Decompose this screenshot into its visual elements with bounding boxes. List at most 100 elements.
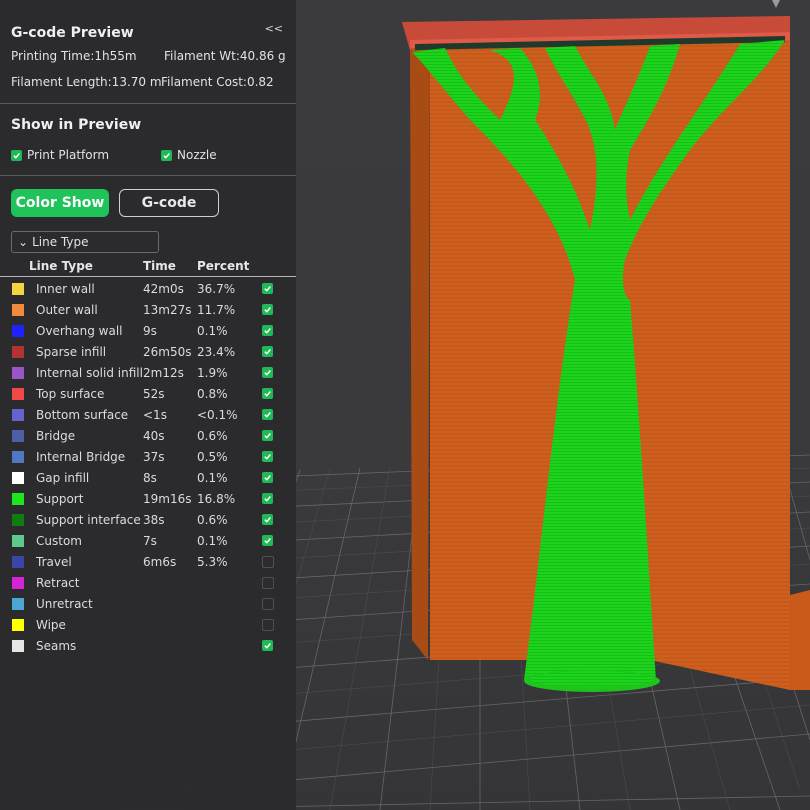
legend-row[interactable]: Overhang wall 9s 0.1% xyxy=(0,321,296,342)
visibility-checkbox-checked-icon[interactable] xyxy=(262,451,273,462)
gcode-preview-panel: G-code Preview << Printing Time:1h55m Fi… xyxy=(0,0,296,810)
legend-row[interactable]: Support 19m16s 16.8% xyxy=(0,489,296,510)
filament-weight: Filament Wt:40.86 g xyxy=(164,49,286,63)
line-type-label: Overhang wall xyxy=(36,324,123,338)
line-type-label: Inner wall xyxy=(36,282,95,296)
legend-row[interactable]: Wipe xyxy=(0,615,296,636)
legend-row[interactable]: Gap infill 8s 0.1% xyxy=(0,468,296,489)
visibility-checkbox-checked-icon[interactable] xyxy=(262,472,273,483)
visibility-checkbox-checked-icon[interactable] xyxy=(262,535,273,546)
line-type-label: Unretract xyxy=(36,597,93,611)
legend-row[interactable]: Top surface 52s 0.8% xyxy=(0,384,296,405)
legend-row[interactable]: Inner wall 42m0s 36.7% xyxy=(0,279,296,300)
collapse-panel-button[interactable]: << xyxy=(265,22,283,35)
line-type-time: 8s xyxy=(143,471,157,485)
line-type-time: 42m0s xyxy=(143,282,184,296)
line-type-label: Support xyxy=(36,492,84,506)
line-type-time: 2m12s xyxy=(143,366,184,380)
line-type-label: Travel xyxy=(36,555,72,569)
legend-row[interactable]: Custom 7s 0.1% xyxy=(0,531,296,552)
line-type-time: 13m27s xyxy=(143,303,192,317)
line-type-label: Bottom surface xyxy=(36,408,129,422)
show-in-preview-title: Show in Preview xyxy=(11,117,142,133)
legend-row[interactable]: Unretract xyxy=(0,594,296,615)
line-type-label: Retract xyxy=(36,576,80,590)
line-type-time: 6m6s xyxy=(143,555,177,569)
chevron-down-icon: ⌄ xyxy=(18,235,29,249)
panel-header: G-code Preview << xyxy=(11,22,289,42)
legend-row[interactable]: Support interface 38s 0.6% xyxy=(0,510,296,531)
visibility-checkbox-checked-icon[interactable] xyxy=(262,283,273,294)
legend-row[interactable]: Retract xyxy=(0,573,296,594)
line-type-percent: 0.1% xyxy=(197,471,228,485)
visibility-checkbox-checked-icon[interactable] xyxy=(262,493,273,504)
print-platform-toggle[interactable]: Print Platform xyxy=(11,148,109,162)
legend-row[interactable]: Internal Bridge 37s 0.5% xyxy=(0,447,296,468)
view-type-dropdown[interactable]: ⌄ Line Type xyxy=(11,231,159,253)
legend-row[interactable]: Bridge 40s 0.6% xyxy=(0,426,296,447)
color-swatch xyxy=(12,598,24,610)
visibility-checkbox-checked-icon[interactable] xyxy=(262,325,273,336)
line-type-label: Gap infill xyxy=(36,471,90,485)
legend-row[interactable]: Internal solid infill 2m12s 1.9% xyxy=(0,363,296,384)
color-swatch xyxy=(12,346,24,358)
color-swatch xyxy=(12,388,24,400)
visibility-checkbox-unchecked-icon[interactable] xyxy=(262,598,274,610)
color-swatch xyxy=(12,367,24,379)
line-type-percent: 5.3% xyxy=(197,555,228,569)
line-type-time: 19m16s xyxy=(143,492,192,506)
line-type-time: 26m50s xyxy=(143,345,192,359)
visibility-checkbox-checked-icon[interactable] xyxy=(262,346,273,357)
line-type-label: Seams xyxy=(36,639,77,653)
legend-row[interactable]: Seams xyxy=(0,636,296,657)
line-type-percent: 0.5% xyxy=(197,450,228,464)
line-type-time: 9s xyxy=(143,324,157,338)
line-type-label: Custom xyxy=(36,534,82,548)
legend-row[interactable]: Travel 6m6s 5.3% xyxy=(0,552,296,573)
visibility-checkbox-checked-icon[interactable] xyxy=(262,409,273,420)
header-time: Time xyxy=(143,259,176,273)
checkbox-checked-icon[interactable] xyxy=(11,149,22,161)
nozzle-label: Nozzle xyxy=(177,148,217,162)
header-percent: Percent xyxy=(197,259,250,273)
color-swatch xyxy=(12,577,24,589)
line-type-percent: 0.1% xyxy=(197,534,228,548)
divider xyxy=(0,175,296,176)
line-type-time: 52s xyxy=(143,387,165,401)
line-type-time: 38s xyxy=(143,513,165,527)
color-swatch xyxy=(12,304,24,316)
line-type-percent: 0.6% xyxy=(197,429,228,443)
color-swatch xyxy=(12,430,24,442)
line-type-label: Internal Bridge xyxy=(36,450,126,464)
visibility-checkbox-checked-icon[interactable] xyxy=(262,388,273,399)
visibility-checkbox-checked-icon[interactable] xyxy=(262,304,273,315)
checkbox-checked-icon[interactable] xyxy=(161,149,172,161)
line-type-percent: 23.4% xyxy=(197,345,236,359)
visibility-checkbox-unchecked-icon[interactable] xyxy=(262,619,274,631)
visibility-checkbox-checked-icon[interactable] xyxy=(262,367,273,378)
line-type-time: <1s xyxy=(143,408,167,422)
line-type-time: 7s xyxy=(143,534,157,548)
line-type-label: Sparse infill xyxy=(36,345,107,359)
color-show-button[interactable]: Color Show xyxy=(11,189,109,217)
color-swatch xyxy=(12,283,24,295)
line-type-time: 40s xyxy=(143,429,165,443)
visibility-checkbox-checked-icon[interactable] xyxy=(262,514,273,525)
line-type-label: Bridge xyxy=(36,429,76,443)
gcode-button[interactable]: G-code xyxy=(119,189,219,217)
line-type-percent: 0.1% xyxy=(197,324,228,338)
visibility-checkbox-unchecked-icon[interactable] xyxy=(262,556,274,568)
color-swatch xyxy=(12,556,24,568)
filament-length: Filament Length:13.70 m xyxy=(11,75,162,89)
nozzle-toggle[interactable]: Nozzle xyxy=(161,148,217,162)
line-type-label: Wipe xyxy=(36,618,66,632)
color-swatch xyxy=(12,409,24,421)
legend-row[interactable]: Bottom surface <1s <0.1% xyxy=(0,405,296,426)
visibility-checkbox-checked-icon[interactable] xyxy=(262,640,273,651)
legend-row[interactable]: Outer wall 13m27s 11.7% xyxy=(0,300,296,321)
legend-row[interactable]: Sparse infill 26m50s 23.4% xyxy=(0,342,296,363)
color-swatch xyxy=(12,514,24,526)
visibility-checkbox-unchecked-icon[interactable] xyxy=(262,577,274,589)
line-type-time: 37s xyxy=(143,450,165,464)
visibility-checkbox-checked-icon[interactable] xyxy=(262,430,273,441)
